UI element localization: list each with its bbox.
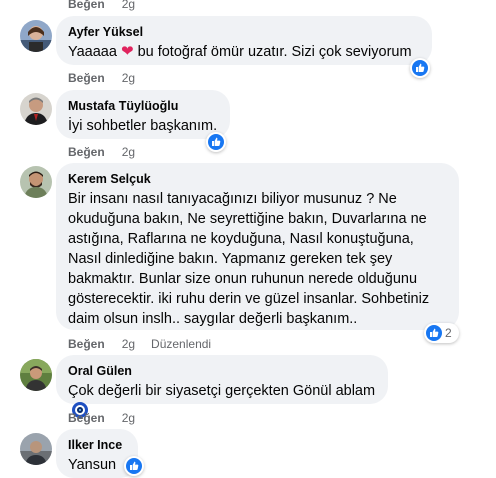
comment-2-actions: Beğen 2g (68, 145, 135, 159)
comment-author[interactable]: Mustafa Tüylüoğlu (68, 98, 218, 114)
comment-1-actions: Beğen 2g (68, 71, 135, 85)
comment-3-actions: Beğen 2g Düzenlendi (68, 337, 211, 351)
timestamp[interactable]: 2g (122, 0, 135, 11)
avatar[interactable] (20, 433, 52, 465)
avatar[interactable] (20, 166, 52, 198)
comment-text: Yansun (68, 457, 117, 473)
comment-author[interactable]: Oral Gülen (68, 363, 376, 379)
thumbs-up-icon (208, 134, 224, 150)
like-button[interactable]: Beğen (68, 0, 105, 11)
comment-text: İyi sohbetler başkanım. (68, 118, 218, 134)
avatar[interactable] (20, 93, 52, 125)
comment-text-part: bu fotoğraf ömür uzatır. Sizi çok seviyo… (137, 44, 412, 60)
timestamp[interactable]: 2g (122, 411, 135, 425)
edited-label[interactable]: Düzenlendi (151, 337, 211, 351)
like-button[interactable]: Beğen (68, 71, 105, 85)
heart-emoji-icon: ❤ (120, 43, 134, 60)
avatar[interactable] (20, 20, 52, 52)
comment-author[interactable]: Kerem Selçuk (68, 171, 447, 187)
comment-author[interactable]: Ilker Ince (68, 437, 126, 453)
comment-text-part: Yaaaaa (68, 44, 117, 60)
reaction-badge[interactable] (124, 456, 144, 476)
like-button[interactable]: Beğen (68, 337, 105, 351)
comment-author[interactable]: Ayfer Yüksel (68, 24, 420, 40)
thumbs-up-icon (426, 325, 442, 341)
comment-0-actions: Beğen 2g (68, 0, 135, 11)
comment-bubble: Mustafa Tüylüoğlu İyi sohbetler başkanım… (56, 90, 230, 139)
thumbs-up-icon (412, 60, 428, 76)
comment-bubble: Ayfer Yüksel Yaaaaa ❤ bu fotoğraf ömür u… (56, 16, 432, 65)
timestamp[interactable]: 2g (122, 145, 135, 159)
avatar[interactable] (20, 359, 52, 391)
comment-bubble: Kerem Selçuk Bir insanı nasıl tanıyacağı… (56, 163, 459, 330)
reaction-badge[interactable] (206, 132, 226, 152)
like-button[interactable]: Beğen (68, 411, 105, 425)
reaction-badge[interactable] (410, 58, 430, 78)
timestamp[interactable]: 2g (122, 71, 135, 85)
thumbs-up-icon (126, 458, 142, 474)
like-button[interactable]: Beğen (68, 145, 105, 159)
reaction-badge[interactable]: 2 (424, 323, 459, 343)
comment-4-actions: Beğen 2g (68, 411, 135, 425)
comment-text: Bir insanı nasıl tanıyacağınızı biliyor … (68, 191, 430, 327)
comment-bubble: Oral Gülen Çok değerli bir siyasetçi ger… (56, 355, 388, 418)
reaction-count: 2 (445, 326, 452, 340)
comment-text-part: Çok değerli bir siyasetçi gerçekten Gönü… (68, 383, 376, 399)
comment-text: Yaaaaa ❤ bu fotoğraf ömür uzatır. Sizi ç… (68, 42, 420, 62)
timestamp[interactable]: 2g (122, 337, 135, 351)
